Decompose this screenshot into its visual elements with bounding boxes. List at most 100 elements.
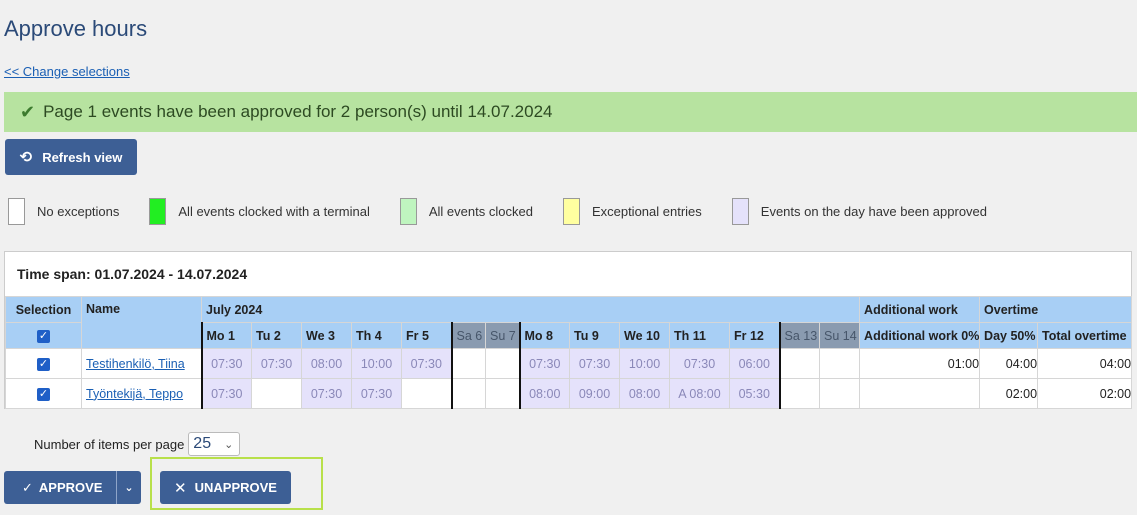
hours-table: Selection Name July 2024 Additional work… bbox=[5, 296, 1133, 409]
legend-label: No exceptions bbox=[37, 204, 120, 219]
day-cell[interactable]: A 08:00 bbox=[669, 378, 730, 409]
legend-item: All events clocked with a terminal bbox=[149, 198, 370, 225]
day-header: Su 14 bbox=[818, 322, 861, 349]
day-header: Fr 5 bbox=[401, 322, 453, 349]
day-cell[interactable] bbox=[779, 378, 820, 409]
page-title: Approve hours bbox=[4, 16, 148, 41]
day-cell[interactable] bbox=[779, 348, 820, 379]
day-cell[interactable]: 05:30 bbox=[729, 378, 781, 409]
day-cell[interactable]: 08:00 bbox=[518, 378, 570, 409]
unapprove-button[interactable]: ✕ UNAPPROVE bbox=[160, 471, 291, 504]
row-checkbox[interactable]: ✓ bbox=[37, 387, 50, 401]
additional-work-cell: 01:00 bbox=[859, 348, 981, 379]
approve-button[interactable]: ✓ APPROVE bbox=[4, 471, 116, 504]
day-header: Su 7 bbox=[485, 322, 520, 349]
legend-swatch bbox=[731, 198, 749, 225]
close-icon: ✕ bbox=[174, 479, 187, 497]
total-overtime-header: Total overtime bbox=[1037, 322, 1133, 349]
items-per-page-select[interactable]: 25 ⌄ bbox=[188, 432, 241, 456]
day-header: Tu 2 bbox=[251, 322, 302, 349]
table-row: ✓ Työntekijä, Teppo 07:30 07:30 07:30 08:00 09… bbox=[5, 378, 1133, 409]
employee-name-cell: Työntekijä, Teppo bbox=[81, 378, 202, 409]
approval-panel: Time span: 01.07.2024 - 14.07.2024 Selec… bbox=[4, 251, 1133, 409]
checkmark-icon: ✔ bbox=[20, 101, 36, 122]
day-header: We 10 bbox=[619, 322, 670, 349]
day-cell[interactable]: 08:00 bbox=[301, 348, 352, 379]
legend-label: All events clocked with a terminal bbox=[178, 204, 370, 219]
success-banner: ✔ Page 1 events have been approved for 2… bbox=[4, 92, 1137, 132]
select-all-checkbox[interactable]: ✓ bbox=[37, 329, 50, 343]
day-cell[interactable]: 08:00 bbox=[619, 378, 670, 409]
items-per-page-value: 25 bbox=[193, 435, 212, 452]
day-header: Sa 6 bbox=[451, 322, 486, 349]
legend-item: Events on the day have been approved bbox=[731, 198, 988, 225]
day-cell[interactable] bbox=[485, 378, 520, 409]
items-per-page: Number of items per page 25 ⌄ bbox=[34, 432, 241, 456]
additional-work-0-header: Additional work 0% bbox=[859, 322, 981, 349]
name-header: Name bbox=[81, 296, 202, 349]
chevron-down-icon: ⌄ bbox=[224, 438, 234, 451]
items-per-page-label: Number of items per page bbox=[34, 436, 185, 452]
unapprove-label: UNAPPROVE bbox=[194, 480, 277, 495]
table-row: ✓ Testihenkilö, Tiina 07:30 07:30 08:00 10:00… bbox=[5, 348, 1133, 379]
legend-swatch bbox=[8, 198, 25, 225]
day-cell[interactable]: 07:30 bbox=[200, 378, 252, 409]
day-cell[interactable]: 07:30 bbox=[569, 348, 620, 379]
day-header: Tu 9 bbox=[569, 322, 620, 349]
row-checkbox[interactable]: ✓ bbox=[37, 357, 50, 371]
day-cell[interactable]: 06:00 bbox=[729, 348, 781, 379]
day-cell[interactable]: 07:30 bbox=[669, 348, 730, 379]
chevron-down-icon: ⌄ bbox=[124, 482, 134, 494]
day-cell[interactable]: 07:30 bbox=[200, 348, 252, 379]
legend-swatch bbox=[562, 198, 580, 225]
refresh-icon: ⟲ bbox=[19, 149, 33, 166]
refresh-view-label: Refresh view bbox=[42, 149, 123, 165]
select-all-cell: ✓ bbox=[5, 322, 82, 349]
approve-label: APPROVE bbox=[38, 480, 103, 495]
legend-item: All events clocked bbox=[399, 198, 533, 225]
day-cell[interactable] bbox=[818, 348, 861, 379]
approve-dropdown-toggle[interactable]: ⌄ bbox=[116, 471, 141, 504]
day-header: Th 4 bbox=[351, 322, 402, 349]
legend: No exceptions All events clocked with a t… bbox=[8, 198, 1017, 225]
day-50-header: Day 50% bbox=[979, 322, 1039, 349]
day-cell[interactable]: 07:30 bbox=[301, 378, 352, 409]
legend-label: Events on the day have been approved bbox=[760, 204, 988, 219]
day-header: Sa 13 bbox=[779, 322, 820, 349]
additional-work-header: Additional work bbox=[859, 296, 981, 323]
day-cell[interactable] bbox=[401, 378, 453, 409]
day-cell[interactable] bbox=[485, 348, 520, 379]
day-header: Mo 1 bbox=[200, 322, 252, 349]
day-50-cell: 02:00 bbox=[979, 378, 1039, 409]
employee-name-cell: Testihenkilö, Tiina bbox=[81, 348, 202, 379]
legend-label: Exceptional entries bbox=[591, 204, 702, 219]
day-cell[interactable]: 10:00 bbox=[619, 348, 670, 379]
success-message: Page 1 events have been approved for 2 p… bbox=[43, 102, 553, 121]
legend-swatch bbox=[399, 198, 417, 225]
legend-label: All events clocked bbox=[428, 204, 533, 219]
day-cell[interactable]: 10:00 bbox=[351, 348, 402, 379]
total-overtime-cell: 04:00 bbox=[1037, 348, 1133, 379]
day-header: Th 11 bbox=[669, 322, 730, 349]
selection-header: Selection bbox=[5, 296, 82, 323]
employee-name-link[interactable]: Työntekijä, Teppo bbox=[83, 387, 183, 401]
legend-item: No exceptions bbox=[8, 198, 119, 225]
check-icon: ✓ bbox=[22, 479, 33, 495]
day-cell[interactable] bbox=[451, 378, 486, 409]
day-cell[interactable] bbox=[818, 378, 861, 409]
change-selections-link[interactable]: << Change selections bbox=[4, 64, 130, 79]
day-cell[interactable]: 07:30 bbox=[518, 348, 570, 379]
day-cell[interactable] bbox=[451, 348, 486, 379]
refresh-view-button[interactable]: ⟲ Refresh view bbox=[5, 139, 137, 175]
day-cell[interactable]: 07:30 bbox=[401, 348, 453, 379]
day-cell[interactable]: 07:30 bbox=[251, 348, 302, 379]
day-cell[interactable]: 09:00 bbox=[569, 378, 620, 409]
employee-name-link[interactable]: Testihenkilö, Tiina bbox=[83, 357, 185, 371]
day-cell[interactable] bbox=[251, 378, 302, 409]
time-span: Time span: 01.07.2024 - 14.07.2024 bbox=[17, 266, 248, 282]
month-header: July 2024 bbox=[200, 296, 861, 323]
additional-work-cell bbox=[859, 378, 981, 409]
approve-button-group: ✓ APPROVE ⌄ bbox=[4, 471, 141, 504]
day-cell[interactable]: 07:30 bbox=[351, 378, 402, 409]
day-header: We 3 bbox=[301, 322, 352, 349]
